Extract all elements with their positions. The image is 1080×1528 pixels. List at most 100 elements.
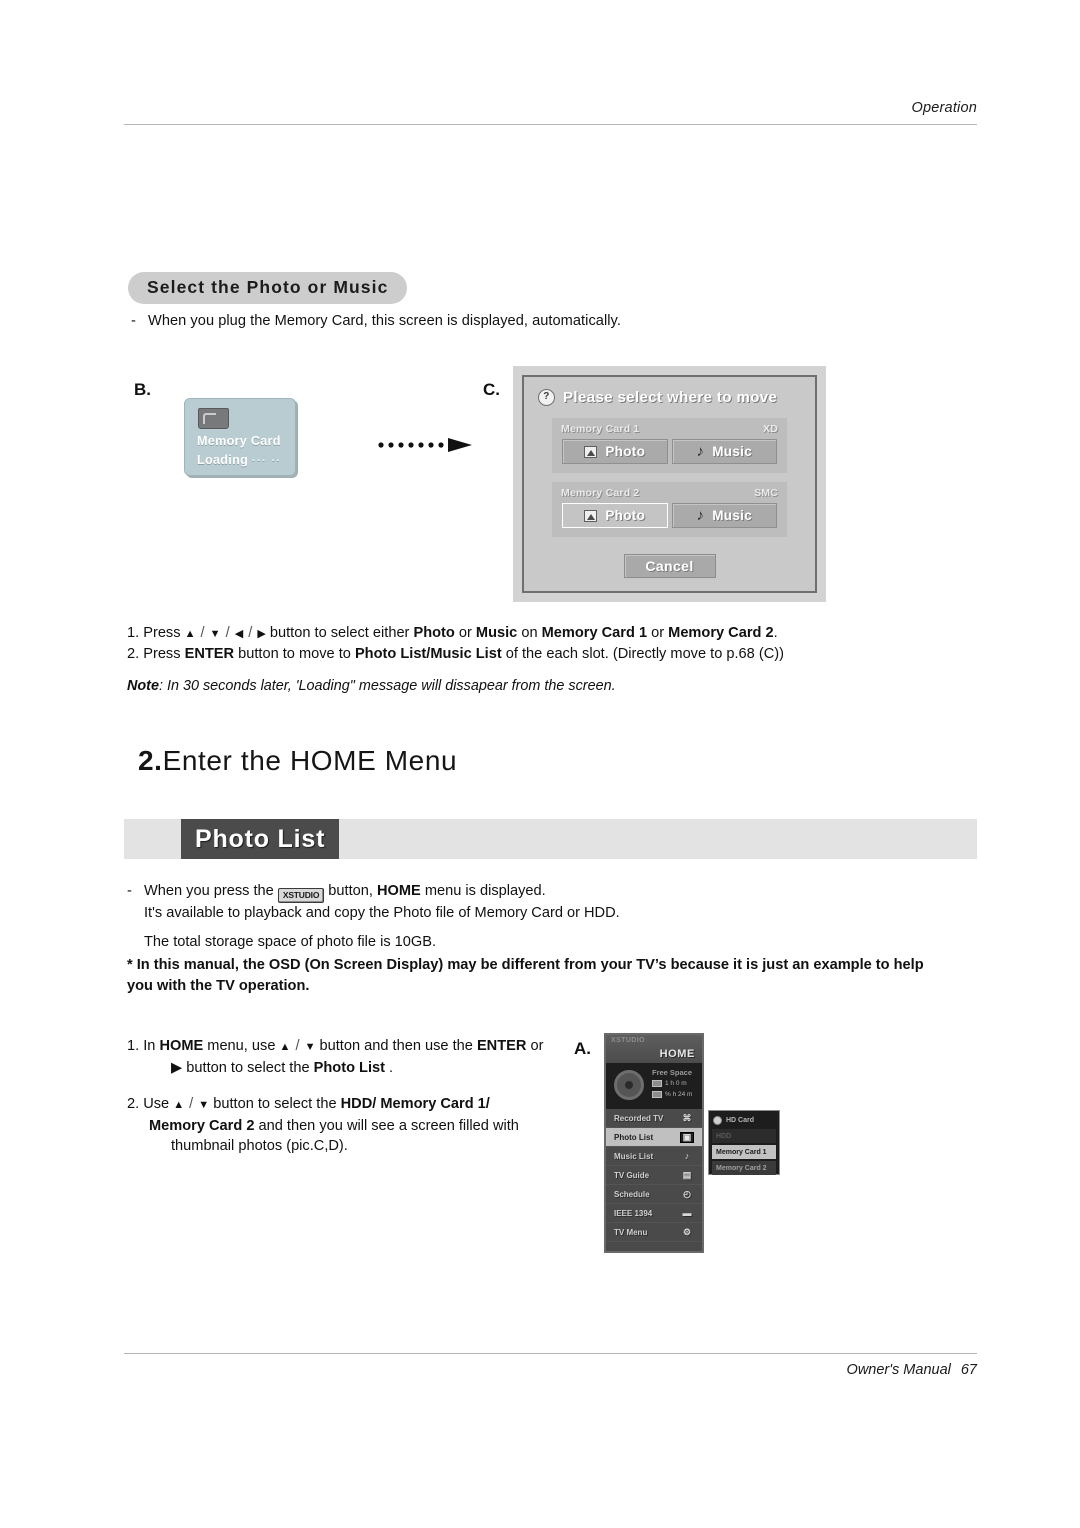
xstudio-button-icon: XSTUDIO (277, 888, 325, 903)
step-1: 1. Press ▲ / ▼ / ◀ / ▶ button to select … (127, 625, 778, 641)
menu-item-schedule[interactable]: Schedule ◴ (606, 1185, 702, 1204)
source-popup-menu: HD Card HDD Memory Card 1 Memory Card 2 (708, 1110, 780, 1175)
b-step-1-or: or (526, 1038, 544, 1054)
menu-label: TV Guide (614, 1170, 650, 1180)
section-title-pill: Select the Photo or Music (128, 272, 408, 304)
free-space-value-1: 1 h 0 m (665, 1080, 687, 1087)
arrow-up-glyph: ▲ (173, 1099, 185, 1111)
arrow-up-glyph: ▲ (184, 628, 196, 640)
home-menu-list: Recorded TV ⌘ Photo List ▣ Music List ♪ … (606, 1109, 702, 1242)
slot-1-type: XD (763, 423, 778, 435)
dialog-title: Please select where to move (563, 389, 778, 406)
steps-top: 1. Press ▲ / ▼ / ◀ / ▶ button to select … (127, 623, 784, 664)
popup-item-memory-card-2[interactable]: Memory Card 2 (712, 1161, 776, 1175)
memory-card-slot-2: Memory Card 2 SMC Photo ♪ Music (552, 482, 787, 537)
slot-2-buttons: Photo ♪ Music (552, 503, 787, 528)
storage-chip-icon (652, 1080, 662, 1087)
body-3-text: The total storage space of photo file is… (144, 933, 437, 950)
photo-icon: ▣ (680, 1131, 694, 1143)
slot-1-music-label: Music (712, 444, 753, 459)
section-lead-text: - When you plug the Memory Card, this scr… (131, 313, 621, 329)
slot-2-photo-label: Photo (605, 508, 646, 523)
menu-item-tv-menu[interactable]: TV Menu ⚙ (606, 1223, 702, 1242)
free-space-row-2: % h 24 m (652, 1091, 692, 1098)
slot-2-music-label: Music (712, 508, 753, 523)
menu-label: Photo List (614, 1132, 654, 1142)
body-1-home: HOME (377, 883, 421, 899)
osd-disclaimer: * In this manual, the OSD (On Screen Dis… (127, 957, 924, 994)
photo-list-banner: Photo List (124, 819, 977, 859)
arrow-down-glyph: ▼ (209, 628, 221, 640)
step-2-enter: ENTER (184, 646, 235, 662)
steps-bottom: 1. In HOME menu, use ▲ / ▼ button and th… (127, 1036, 577, 1157)
figure-a-home-menu: XSTUDIO HOME Free Space 1 h 0 m % h 24 m… (604, 1033, 704, 1253)
slot-2-type: SMC (754, 487, 778, 499)
footer-manual-label: Owner's Manual (846, 1362, 951, 1378)
b-step-1-mid1: menu, use (203, 1038, 280, 1054)
step-1-or: or (454, 625, 476, 641)
photo-icon (584, 445, 598, 458)
home-menu-titlebar: XSTUDIO HOME (606, 1035, 702, 1063)
header-rule (124, 124, 977, 125)
slot-1-photo-label: Photo (605, 444, 646, 459)
dialog-inner-frame: ? Please select where to move Memory Car… (522, 375, 817, 593)
home-title: HOME (659, 1048, 695, 1060)
popup-header-label: HD Card (726, 1117, 755, 1124)
loading-label: Loading (197, 453, 249, 467)
body-1-pre: When you press the (144, 883, 278, 899)
music-note-icon: ♪ (696, 443, 705, 460)
popup-header: HD Card (712, 1114, 776, 1127)
clock-icon: ◴ (683, 1188, 691, 1199)
menu-item-recorded-tv[interactable]: Recorded TV ⌘ (606, 1109, 702, 1128)
step-1-card2: Memory Card 2 (668, 625, 774, 641)
lead-copy: When you plug the Memory Card, this scre… (148, 313, 621, 329)
figure-label-b: B. (134, 380, 151, 399)
popup-item-memory-card-1[interactable]: Memory Card 1 (712, 1145, 776, 1159)
card-icon (713, 1116, 722, 1125)
menu-item-tv-guide[interactable]: TV Guide ▤ (606, 1166, 702, 1185)
slot-2-photo-button[interactable]: Photo (562, 503, 668, 528)
step-1-on: on (517, 625, 542, 641)
step-2-end: of the each slot. (Directly move to p.68… (501, 646, 784, 662)
figure-b-line2: Loading ··· ·· (197, 453, 281, 467)
menu-label: Schedule (614, 1189, 650, 1199)
b-step-2-end: thumbnail photos (pic.C,D). (171, 1138, 348, 1154)
slot-1-photo-button[interactable]: Photo (562, 439, 668, 464)
cancel-button[interactable]: Cancel (623, 554, 716, 578)
memory-card-icon (198, 408, 229, 429)
b-step-1-line2-pre: ▶ button to select the (171, 1059, 314, 1076)
flow-arrow-icon (378, 438, 472, 452)
arrow-down-glyph: ▼ (304, 1041, 316, 1053)
menu-item-ieee1394[interactable]: IEEE 1394 ▬ (606, 1204, 702, 1223)
b-step-2-mid2: and then you will see a screen filled wi… (254, 1117, 519, 1134)
popup-item-hdd[interactable]: HDD (712, 1129, 776, 1143)
step-1-mid: button to select either (265, 625, 414, 641)
menu-item-photo-list[interactable]: Photo List ▣ (606, 1128, 702, 1147)
body-line-2: It's available to playback and copy the … (127, 903, 620, 924)
figure-b-loading-dialog: Memory Card Loading ··· ·· (184, 398, 296, 476)
bottom-step-2: 2. Use ▲ / ▼ button to select the HDD/ M… (127, 1096, 519, 1154)
footer-page-number: 67 (960, 1362, 977, 1378)
b-step-1-line2-end: . (385, 1059, 394, 1076)
loading-dots: ··· ·· (251, 453, 282, 467)
slot-2-header: Memory Card 2 SMC (552, 486, 787, 503)
b-step-1-home: HOME (159, 1038, 204, 1054)
arrow-left-glyph: ◀ (234, 628, 244, 640)
body-2-text: It's available to playback and copy the … (144, 905, 620, 921)
music-note-icon: ♪ (696, 507, 705, 524)
b-step-1-enter: ENTER (476, 1038, 527, 1054)
page-header-section: Operation (911, 100, 977, 116)
figure-b-line1: Memory Card (197, 434, 281, 448)
gear-icon: ⚙ (682, 1226, 692, 1237)
note-text: : In 30 seconds later, 'Loading" message… (158, 678, 616, 694)
arrow-right-glyph: ▶ (257, 628, 266, 640)
menu-item-music-list[interactable]: Music List ♪ (606, 1147, 702, 1166)
menu-label: TV Menu (614, 1227, 648, 1237)
figure-c-select-dialog: ? Please select where to move Memory Car… (513, 366, 826, 602)
slot-2-music-button[interactable]: ♪ Music (671, 503, 777, 528)
b-step-1-line2: ▶ button to select the Photo List . (149, 1060, 393, 1076)
menu-label: IEEE 1394 (614, 1208, 653, 1218)
slot-1-music-button[interactable]: ♪ Music (671, 439, 777, 464)
free-space-value-2: % h 24 m (665, 1091, 693, 1098)
bullet-dash: - (131, 313, 136, 329)
